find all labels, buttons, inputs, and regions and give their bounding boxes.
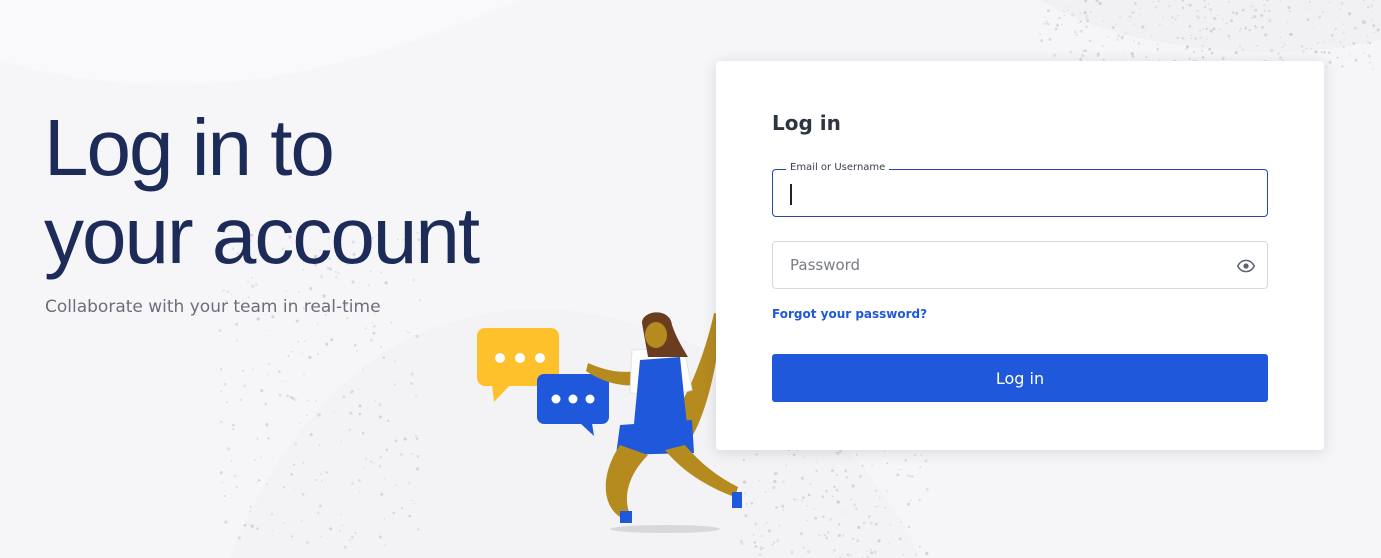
page-subtitle: Collaborate with your team in real-time [45,297,381,317]
forgot-password-link[interactable]: Forgot your password? [772,307,927,321]
password-input[interactable] [773,242,1267,288]
headline-line-1: Log in to [44,103,335,192]
text-cursor [790,184,792,205]
login-card: Log in Email or Username Forgot your pas… [716,61,1324,450]
login-card-title: Log in [772,111,841,135]
email-input[interactable] [773,170,1267,216]
page-headline: Log in to your account [44,103,480,280]
password-field-wrapper [772,241,1268,289]
eye-icon[interactable] [1237,257,1255,275]
email-field-wrapper: Email or Username [772,162,1268,217]
login-button[interactable]: Log in [772,354,1268,402]
headline-line-2: your account [44,191,480,280]
chat-bubble-blue-icon [537,374,609,436]
